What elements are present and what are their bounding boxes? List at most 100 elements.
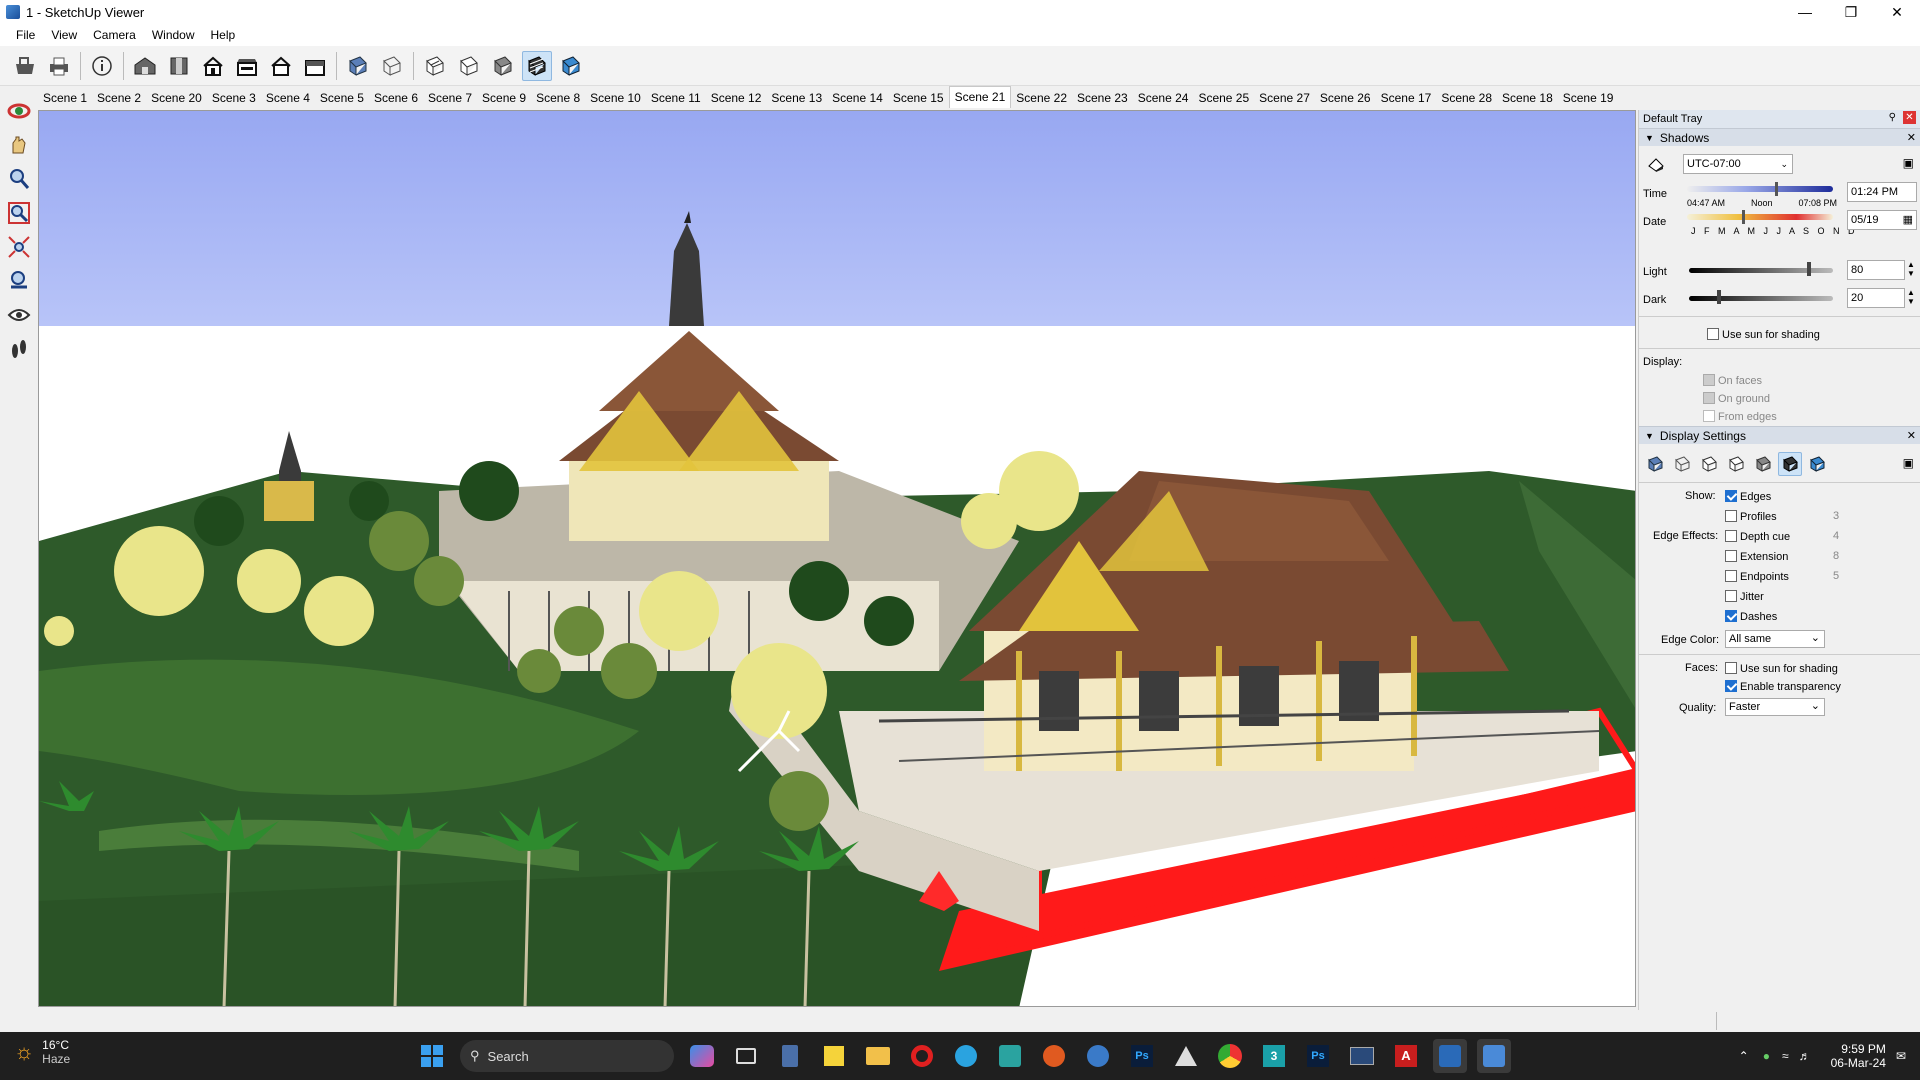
clock-time[interactable]: 9:59 PM (1831, 1042, 1886, 1056)
light-slider-thumb[interactable] (1807, 262, 1811, 276)
clock-date[interactable]: 06-Mar-24 (1831, 1056, 1886, 1070)
back-view-icon[interactable] (266, 51, 296, 81)
steam-icon[interactable] (1081, 1039, 1115, 1073)
volume-icon[interactable]: ♬ (1799, 1049, 1811, 1063)
grammarly-icon[interactable] (1037, 1039, 1071, 1073)
scene-tab[interactable]: Scene 19 (1558, 88, 1619, 108)
autodesk-icon[interactable] (1169, 1039, 1203, 1073)
task-view-icon[interactable] (729, 1039, 763, 1073)
color-style-icon[interactable] (1805, 452, 1829, 476)
taskbar-search[interactable]: ⚲ Search (460, 1040, 674, 1072)
light-input[interactable]: 80 (1847, 260, 1905, 280)
dark-input[interactable]: 20 (1847, 288, 1905, 308)
menu-help[interactable]: Help (203, 28, 244, 42)
xray-icon[interactable] (343, 51, 373, 81)
scene-tab[interactable]: Scene 7 (423, 88, 477, 108)
xray-style-icon[interactable] (1643, 452, 1667, 476)
dark-slider-thumb[interactable] (1717, 290, 1721, 304)
shadows-close-icon[interactable]: ✕ (1907, 131, 1916, 144)
scene-tab[interactable]: Scene 6 (369, 88, 423, 108)
chevron-up-icon[interactable]: ⌃ (1739, 1049, 1749, 1063)
scene-tab[interactable]: Scene 11 (646, 88, 706, 108)
minimize-icon[interactable]: — (1782, 0, 1828, 24)
pan-icon[interactable] (4, 130, 34, 160)
time-slider-thumb[interactable] (1774, 182, 1778, 196)
menu-window[interactable]: Window (144, 28, 203, 42)
sketchup-viewer-taskbar-icon[interactable] (1477, 1039, 1511, 1073)
windows-start-icon[interactable] (415, 1039, 449, 1073)
details-toggle-icon[interactable]: ▣ (1903, 456, 1914, 470)
scene-tab[interactable]: Scene 17 (1376, 88, 1437, 108)
edges-checkbox[interactable]: Edges (1725, 490, 1771, 503)
left-view-icon[interactable] (300, 51, 330, 81)
jitter-checkbox[interactable]: Jitter (1725, 590, 1764, 603)
extension-checkbox[interactable]: Extension (1725, 550, 1788, 563)
restore-icon[interactable]: ❐ (1828, 0, 1874, 24)
hidden-line-icon[interactable] (420, 51, 450, 81)
shadows-section-header[interactable]: ▼ Shadows ✕ (1639, 128, 1920, 146)
date-input[interactable]: 05/19 ▦ (1847, 210, 1917, 230)
copilot-icon[interactable] (685, 1039, 719, 1073)
monochrome-icon[interactable] (522, 50, 552, 81)
shadow-toggle-icon[interactable] (1647, 156, 1665, 175)
scene-tab[interactable]: Scene 28 (1436, 88, 1497, 108)
scene-tab[interactable]: Scene 25 (1193, 88, 1254, 108)
profiles-checkbox[interactable]: Profiles (1725, 510, 1777, 523)
light-spinner-icon[interactable]: ▲ ▼ (1907, 260, 1915, 278)
calendar-icon[interactable]: ▦ (1903, 212, 1913, 228)
scene-tab[interactable]: Scene 21 (948, 86, 1012, 108)
pin-icon[interactable]: ⚲ (1889, 112, 1896, 123)
calculator-icon[interactable] (773, 1039, 807, 1073)
notification-bell-icon[interactable]: ✉ (1896, 1049, 1906, 1063)
scene-tab[interactable]: Scene 27 (1254, 88, 1315, 108)
menu-view[interactable]: View (43, 28, 85, 42)
time-slider-track[interactable] (1687, 186, 1833, 192)
right-view-icon[interactable] (232, 51, 262, 81)
sketchup-icon[interactable] (1433, 1039, 1467, 1073)
orbit-icon[interactable] (4, 96, 34, 126)
scene-tab[interactable]: Scene 26 (1315, 88, 1376, 108)
wifi-icon[interactable]: ≈ (1782, 1049, 1789, 1063)
file-explorer-icon[interactable] (861, 1039, 895, 1073)
endpoints-checkbox[interactable]: Endpoints (1725, 570, 1789, 583)
scene-tab[interactable]: Scene 2 (92, 88, 146, 108)
chrome-icon[interactable] (1213, 1039, 1247, 1073)
open-icon[interactable] (10, 51, 40, 81)
zoom-extents-icon[interactable] (4, 232, 34, 262)
look-around-icon[interactable] (4, 300, 34, 330)
zoom-icon[interactable] (4, 164, 34, 194)
edge-color-select[interactable]: All same ⌄ (1725, 630, 1825, 648)
shaded-style-icon[interactable] (1724, 452, 1748, 476)
front-view-icon[interactable] (198, 51, 228, 81)
tray-close-icon[interactable]: ✕ (1903, 111, 1916, 124)
opera-icon[interactable] (905, 1039, 939, 1073)
dark-spinner-icon[interactable]: ▲ ▼ (1907, 288, 1915, 306)
light-slider[interactable] (1689, 268, 1833, 273)
hidden-line-style-icon[interactable] (1697, 452, 1721, 476)
zoom-window-icon[interactable] (4, 198, 34, 228)
model-info-icon[interactable] (87, 51, 117, 81)
date-slider-thumb[interactable] (1742, 210, 1746, 224)
display-settings-header[interactable]: ▼ Display Settings ✕ (1639, 426, 1920, 444)
network-app-icon[interactable]: ● (1763, 1049, 1770, 1063)
scene-tab[interactable]: Scene 20 (146, 88, 207, 108)
iso-view-icon[interactable] (130, 51, 160, 81)
scene-tab[interactable]: Scene 24 (1133, 88, 1194, 108)
texture-icon[interactable] (556, 51, 586, 81)
display-close-icon[interactable]: ✕ (1907, 429, 1916, 442)
scene-tab[interactable]: Scene 13 (766, 88, 827, 108)
dark-slider[interactable] (1689, 296, 1833, 301)
wireframe-icon[interactable] (377, 51, 407, 81)
time-input[interactable]: 01:24 PM (1847, 182, 1917, 202)
quality-select[interactable]: Faster ⌄ (1725, 698, 1825, 716)
print-icon[interactable] (44, 51, 74, 81)
shaded-icon[interactable] (454, 51, 484, 81)
on-faces-checkbox[interactable]: On faces (1703, 374, 1762, 387)
dashes-checkbox[interactable]: Dashes (1725, 610, 1777, 623)
menu-file[interactable]: File (8, 28, 43, 42)
monochrome-style-icon[interactable] (1778, 452, 1802, 476)
top-view-icon[interactable] (164, 51, 194, 81)
wireframe-style-icon[interactable] (1670, 452, 1694, 476)
shaded-textures-icon[interactable] (488, 51, 518, 81)
textured-style-icon[interactable] (1751, 452, 1775, 476)
